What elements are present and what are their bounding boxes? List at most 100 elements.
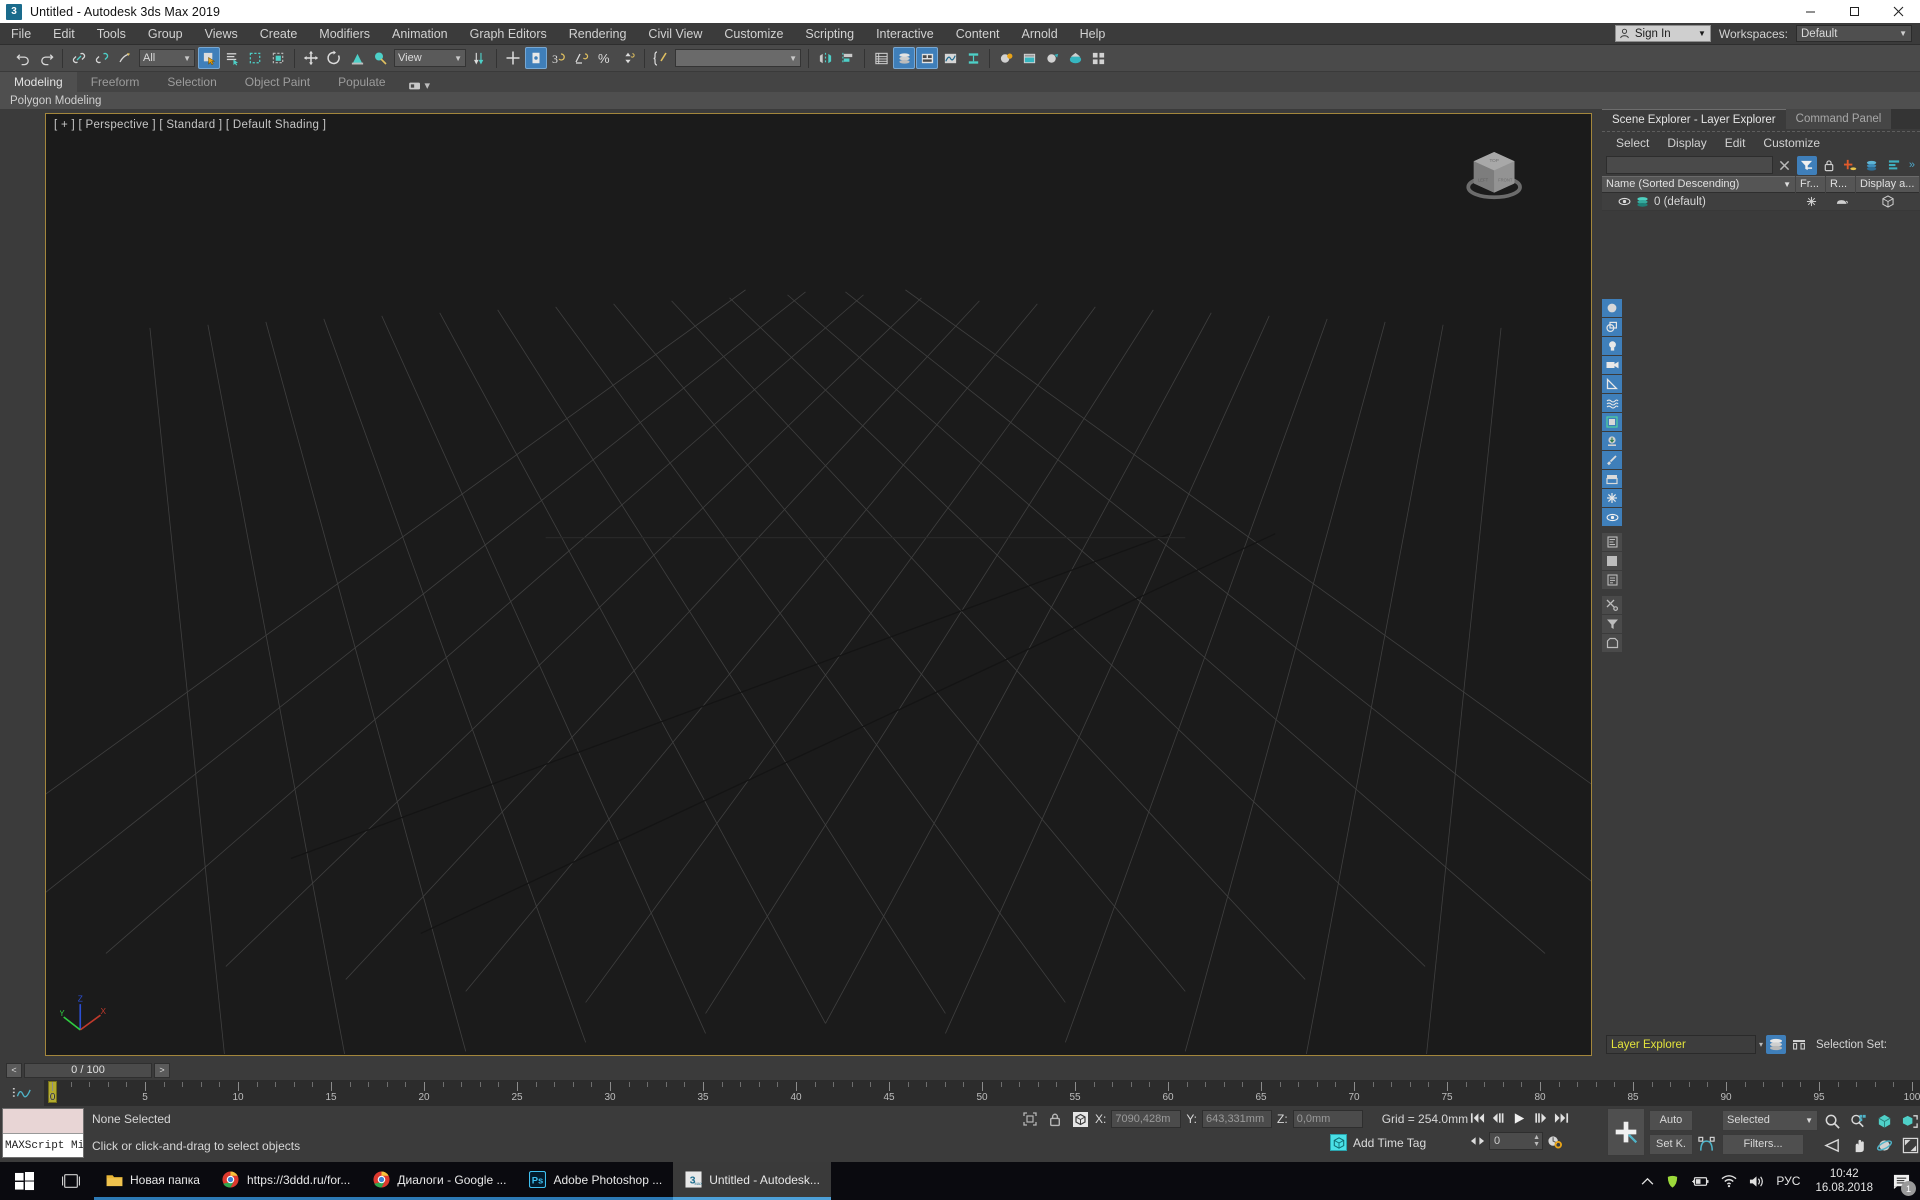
menu-views[interactable]: Views bbox=[194, 23, 249, 45]
menu-rendering[interactable]: Rendering bbox=[558, 23, 638, 45]
table-row[interactable]: 0 (default) bbox=[1602, 193, 1920, 211]
menu-animation[interactable]: Animation bbox=[381, 23, 459, 45]
lock-selection-toggle-icon[interactable] bbox=[1045, 1109, 1065, 1129]
language-indicator[interactable]: РУС bbox=[1776, 1174, 1800, 1188]
frame-readout[interactable]: 0 / 100 bbox=[24, 1062, 152, 1078]
mirror-icon[interactable] bbox=[814, 47, 836, 69]
track-view-icon[interactable] bbox=[0, 1080, 44, 1106]
select-and-move-icon[interactable] bbox=[300, 47, 322, 69]
clear-search-icon[interactable] bbox=[1775, 156, 1795, 175]
groups-filter-icon[interactable] bbox=[1602, 413, 1622, 431]
menu-content[interactable]: Content bbox=[945, 23, 1011, 45]
menu-scripting[interactable]: Scripting bbox=[794, 23, 865, 45]
lock-icon[interactable] bbox=[1819, 156, 1839, 175]
advanced-filter-icon[interactable] bbox=[1602, 615, 1622, 633]
viewport-label[interactable]: [ + ] [ Perspective ] [ Standard ] [ Def… bbox=[54, 119, 326, 131]
volume-icon[interactable] bbox=[1748, 1174, 1765, 1189]
zoom-icon[interactable] bbox=[1820, 1110, 1844, 1132]
reference-coordinate-system-select[interactable]: View ▼ bbox=[394, 49, 466, 67]
absolute-relative-transform-icon[interactable] bbox=[1070, 1109, 1090, 1129]
key-step-arrows-icon[interactable] bbox=[1468, 1131, 1487, 1151]
materials-filter-icon[interactable] bbox=[1602, 552, 1622, 570]
y-coordinate-field[interactable]: 643,331mm bbox=[1202, 1110, 1273, 1128]
sign-in-button[interactable]: Sign In ▼ bbox=[1614, 25, 1711, 42]
menu-customize[interactable]: Customize bbox=[713, 23, 794, 45]
maximize-viewport-icon[interactable] bbox=[1898, 1134, 1920, 1156]
task-view-icon[interactable] bbox=[48, 1162, 94, 1200]
named-selection-sets-input[interactable]: ▼ bbox=[675, 49, 801, 67]
undo-icon[interactable] bbox=[12, 47, 34, 69]
next-frame-button[interactable]: > bbox=[154, 1062, 170, 1078]
ribbon-tab-modeling[interactable]: Modeling bbox=[0, 72, 77, 92]
frozen-filter-icon[interactable] bbox=[1602, 489, 1622, 507]
column-header-frozen[interactable]: Fr... bbox=[1796, 176, 1826, 193]
menu-arnold[interactable]: Arnold bbox=[1011, 23, 1069, 45]
curve-editor-icon[interactable] bbox=[939, 47, 961, 69]
menu-tools[interactable]: Tools bbox=[86, 23, 137, 45]
maxscript-input-pane[interactable]: MAXScript Mi bbox=[3, 1134, 83, 1157]
ribbon-tab-object-paint[interactable]: Object Paint bbox=[231, 72, 324, 92]
cameras-filter-icon[interactable] bbox=[1602, 356, 1622, 374]
select-and-place-icon[interactable] bbox=[369, 47, 391, 69]
zoom-all-icon[interactable] bbox=[1846, 1110, 1870, 1132]
taskbar-item-chrome-3ddd[interactable]: https://3ddd.ru/for... bbox=[210, 1162, 362, 1200]
z-coordinate-field[interactable]: 0,0mm bbox=[1292, 1110, 1363, 1128]
go-to-start-icon[interactable] bbox=[1468, 1108, 1487, 1128]
chevron-down-icon[interactable]: ▾ bbox=[1759, 1040, 1763, 1049]
column-header-display-as[interactable]: Display a... bbox=[1856, 176, 1920, 193]
layers-filter-icon[interactable] bbox=[1602, 533, 1622, 551]
previous-frame-button[interactable]: < bbox=[6, 1062, 22, 1078]
ribbon-tab-populate[interactable]: Populate bbox=[324, 72, 399, 92]
scene-explorer-icon[interactable] bbox=[893, 47, 915, 69]
maxscript-output-pane[interactable] bbox=[3, 1109, 83, 1134]
search-input[interactable] bbox=[1606, 156, 1773, 174]
menu-help[interactable]: Help bbox=[1069, 23, 1117, 45]
add-time-tag-key-icon[interactable] bbox=[1607, 1108, 1645, 1156]
battery-icon[interactable] bbox=[1691, 1175, 1710, 1188]
helpers-filter-icon[interactable] bbox=[1602, 375, 1622, 393]
edit-named-selection-sets-icon[interactable] bbox=[650, 47, 672, 69]
percent-snap-toggle-icon[interactable] bbox=[571, 47, 593, 69]
toggle-ribbon-icon[interactable] bbox=[916, 47, 938, 69]
tab-command-panel[interactable]: Command Panel bbox=[1785, 109, 1892, 129]
explorer-mode-combo[interactable]: Layer Explorer bbox=[1606, 1035, 1756, 1054]
add-layer-icon[interactable] bbox=[1841, 156, 1861, 175]
taskbar-item-photoshop[interactable]: Ps Adobe Photoshop ... bbox=[517, 1162, 674, 1200]
select-object-icon[interactable] bbox=[198, 47, 220, 69]
xrefs-filter-icon[interactable] bbox=[1602, 432, 1622, 450]
angle-snap-toggle-icon[interactable]: 3 bbox=[548, 47, 570, 69]
selection-filter-select[interactable]: All ▼ bbox=[139, 49, 195, 67]
minimize-button[interactable] bbox=[1788, 0, 1832, 23]
menu-civil-view[interactable]: Civil View bbox=[637, 23, 713, 45]
selection-set-icon[interactable] bbox=[1602, 634, 1622, 652]
taskbar-item-folder[interactable]: Новая папка bbox=[94, 1162, 211, 1200]
ribbon-tab-selection[interactable]: Selection bbox=[153, 72, 230, 92]
menu-file[interactable]: File bbox=[0, 23, 42, 45]
containers-filter-icon[interactable] bbox=[1602, 470, 1622, 488]
windows-start-icon[interactable] bbox=[0, 1162, 48, 1200]
display-as-box-icon[interactable] bbox=[1856, 195, 1920, 208]
ribbon-tab-freeform[interactable]: Freeform bbox=[77, 72, 154, 92]
cut-filter-icon[interactable] bbox=[1602, 596, 1622, 614]
unlink-selection-icon[interactable] bbox=[91, 47, 113, 69]
go-to-end-icon[interactable] bbox=[1552, 1108, 1571, 1128]
select-and-scale-icon[interactable] bbox=[346, 47, 368, 69]
layer-name-cell[interactable]: 0 (default) bbox=[1602, 196, 1796, 208]
clock[interactable]: 10:42 16.08.2018 bbox=[1811, 1167, 1877, 1195]
bind-to-space-warp-icon[interactable] bbox=[114, 47, 136, 69]
spinner-arrows-icon[interactable] bbox=[617, 47, 639, 69]
spinner-icon[interactable]: ▲ ▼ bbox=[1533, 1134, 1542, 1148]
perspective-viewport[interactable]: [ + ] [ Perspective ] [ Standard ] [ Def… bbox=[45, 113, 1592, 1056]
ribbon-options[interactable]: ▾ bbox=[400, 79, 430, 92]
select-by-name-icon[interactable] bbox=[221, 47, 243, 69]
bones-filter-icon[interactable] bbox=[1602, 451, 1622, 469]
filter-icon[interactable] bbox=[1796, 155, 1817, 175]
use-pivot-point-center-icon[interactable] bbox=[469, 47, 491, 69]
select-and-rotate-icon[interactable] bbox=[323, 47, 345, 69]
set-key-mode-icon[interactable] bbox=[1697, 1134, 1716, 1154]
layer-explorer-toggle-icon[interactable] bbox=[1766, 1035, 1787, 1054]
column-header-renderable[interactable]: R... bbox=[1826, 176, 1856, 193]
redo-icon[interactable] bbox=[35, 47, 57, 69]
scene-explorer-list[interactable]: 0 (default) bbox=[1602, 193, 1920, 1031]
rendered-frame-window-icon[interactable] bbox=[1041, 47, 1063, 69]
